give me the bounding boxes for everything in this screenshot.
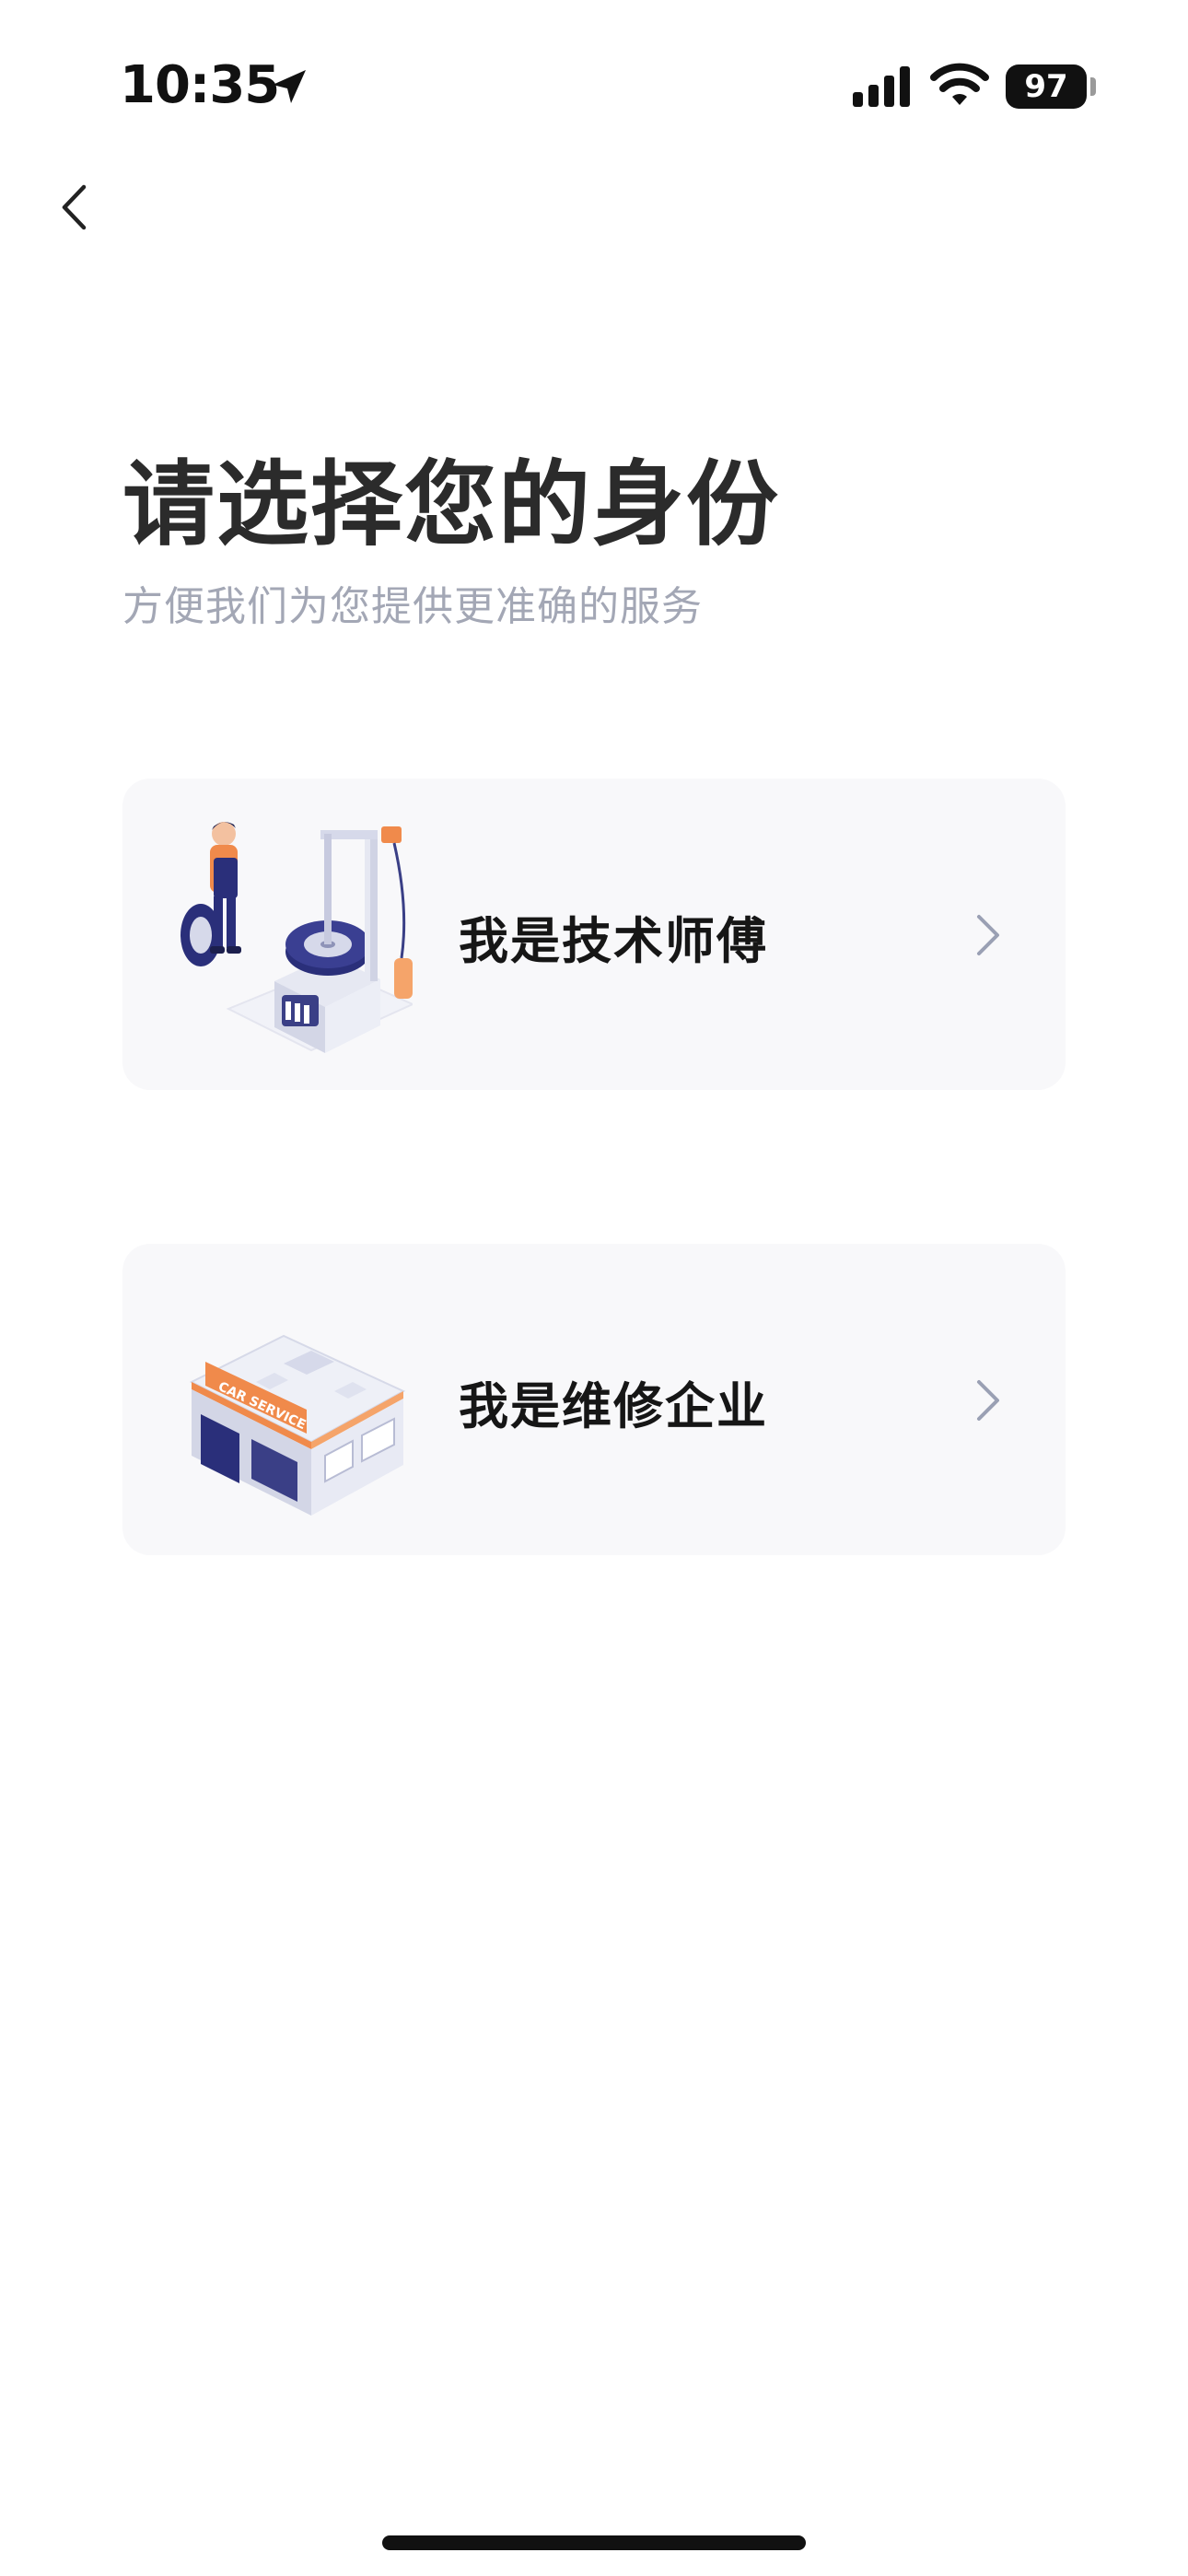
battery-level: 97 [1024,68,1068,105]
location-arrow-icon [273,70,306,103]
status-time: 10:35 [120,55,280,115]
chevron-right-icon [977,1380,999,1421]
chevron-right-icon [977,915,999,955]
chevron-left-icon [62,184,87,230]
back-button[interactable] [46,175,101,240]
page-subtitle: 方便我们为您提供更准确的服务 [122,583,703,630]
car-service-shop-illustration: CAR SERVICE [189,1334,406,1516]
battery-cap [1090,77,1096,96]
home-indicator [382,2535,806,2550]
wifi-icon [930,63,989,105]
role-card-technician[interactable]: 我是技术师傅 [122,779,1066,1090]
tire-technician-illustration [181,822,413,1053]
status-bar: 10:35 97 [0,0,1188,166]
role-label-technician: 我是技术师傅 [459,912,768,970]
battery-icon: 97 [1006,64,1087,109]
cellular-signal-icon [853,66,910,107]
role-label-company: 我是维修企业 [459,1377,768,1435]
role-card-company[interactable]: CAR SERVICE 我是维修企业 [122,1244,1066,1555]
page-title: 请选择您的身份 [122,451,780,558]
